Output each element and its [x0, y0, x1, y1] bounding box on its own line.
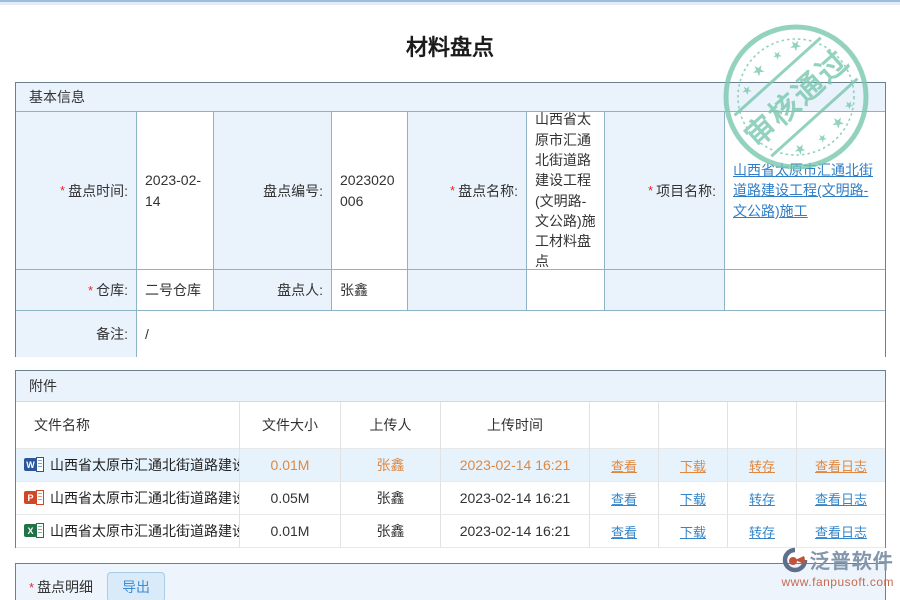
inventory-no-label: 盘点编号:: [214, 112, 332, 270]
file-name-text: 山西省太原市汇通北街道路建设: [50, 521, 240, 541]
project-name-value: 山西省太原市汇通北街道路建设工程(文明路-文公路)施工: [725, 112, 885, 270]
empty-label-cell: [605, 270, 725, 311]
transfer-link[interactable]: 转存: [749, 456, 775, 475]
attachment-upload-time: 2023-02-14 16:21: [441, 482, 590, 515]
project-name-link[interactable]: 山西省太原市汇通北街道路建设工程(文明路-文公路)施工: [733, 160, 877, 221]
warehouse-value: 二号仓库: [137, 270, 214, 311]
inventory-detail-section: * 盘点明细 导出: [15, 563, 886, 600]
required-mark: *: [450, 183, 455, 198]
download-link[interactable]: 下载: [680, 489, 706, 508]
remark-label: 备注:: [16, 311, 137, 357]
page-top-strip: [0, 0, 900, 5]
col-header-file-size: 文件大小: [240, 402, 341, 449]
attachment-upload-time: 2023-02-14 16:21: [441, 449, 590, 482]
inventory-person-label: 盘点人:: [214, 270, 332, 311]
inventory-no-value: 2023020006: [332, 112, 408, 270]
required-mark: *: [29, 580, 34, 595]
inventory-detail-title: 盘点明细: [37, 577, 93, 597]
empty-value-cell: [527, 270, 605, 311]
transfer-link[interactable]: 转存: [749, 522, 775, 541]
fanpu-logo-icon: [782, 547, 808, 573]
view-log-link[interactable]: 查看日志: [815, 456, 867, 475]
page-title: 材料盘点: [0, 30, 900, 62]
basic-info-section-title: 基本信息: [16, 83, 885, 112]
attachments-section: 附件 文件名称 文件大小 上传人 上传时间 W 山西省太原市汇通北街道路建设 0…: [15, 370, 886, 548]
attachment-file-size: 0.01M: [240, 449, 341, 482]
transfer-link[interactable]: 转存: [749, 489, 775, 508]
col-header-action: [728, 402, 797, 449]
attachment-file-name[interactable]: P 山西省太原市汇通北街道路建设: [16, 482, 240, 515]
basic-info-section: 基本信息 * 盘点时间: 2023-02-14 盘点编号: 2023020006…: [15, 82, 886, 357]
view-log-link[interactable]: 查看日志: [815, 522, 867, 541]
warehouse-label: * 仓库:: [16, 270, 137, 311]
view-link[interactable]: 查看: [611, 456, 637, 475]
export-button[interactable]: 导出: [107, 572, 165, 600]
view-link[interactable]: 查看: [611, 489, 637, 508]
powerpoint-file-icon: P: [24, 490, 44, 506]
col-header-action: [659, 402, 728, 449]
inventory-time-value: 2023-02-14: [137, 112, 214, 270]
vendor-watermark: 泛普软件 www.fanpusoft.com: [781, 545, 894, 589]
download-link[interactable]: 下载: [680, 456, 706, 475]
vendor-url: www.fanpusoft.com: [781, 575, 894, 589]
required-mark: *: [60, 183, 65, 198]
download-link[interactable]: 下载: [680, 522, 706, 541]
view-log-link[interactable]: 查看日志: [815, 489, 867, 508]
col-header-action: [590, 402, 659, 449]
file-name-text: 山西省太原市汇通北街道路建设: [50, 455, 240, 475]
attachment-uploader: 张鑫: [341, 482, 441, 515]
attachments-table: 文件名称 文件大小 上传人 上传时间 W 山西省太原市汇通北街道路建设 0.01…: [16, 402, 885, 548]
attachment-uploader: 张鑫: [341, 449, 441, 482]
required-mark: *: [88, 283, 93, 298]
col-header-uploader: 上传人: [341, 402, 441, 449]
attachment-file-size: 0.01M: [240, 515, 341, 548]
word-file-icon: W: [24, 457, 44, 473]
required-mark: *: [648, 183, 653, 198]
empty-value-cell: [725, 270, 885, 311]
col-header-upload-time: 上传时间: [441, 402, 590, 449]
view-link[interactable]: 查看: [611, 522, 637, 541]
attachment-file-size: 0.05M: [240, 482, 341, 515]
remark-value: /: [137, 311, 885, 357]
empty-label-cell: [408, 270, 527, 311]
svg-text:★: ★: [748, 60, 769, 82]
attachment-file-name[interactable]: X 山西省太原市汇通北街道路建设: [16, 515, 240, 548]
file-name-text: 山西省太原市汇通北街道路建设: [50, 488, 240, 508]
col-header-file-name: 文件名称: [16, 402, 240, 449]
basic-info-grid: * 盘点时间: 2023-02-14 盘点编号: 2023020006 * 盘点…: [16, 112, 885, 357]
attachment-uploader: 张鑫: [341, 515, 441, 548]
vendor-name: 泛普软件: [810, 545, 894, 574]
col-header-action: [797, 402, 885, 449]
inventory-time-label: * 盘点时间:: [16, 112, 137, 270]
inventory-name-label: * 盘点名称:: [408, 112, 527, 270]
inventory-name-value: 山西省太原市汇通北街道路建设工程(文明路-文公路)施工材料盘点: [527, 112, 605, 270]
excel-file-icon: X: [24, 523, 44, 539]
project-name-label: * 项目名称:: [605, 112, 725, 270]
attachment-file-name[interactable]: W 山西省太原市汇通北街道路建设: [16, 449, 240, 482]
attachment-upload-time: 2023-02-14 16:21: [441, 515, 590, 548]
inventory-person-value: 张鑫: [332, 270, 408, 311]
attachments-section-title: 附件: [16, 371, 885, 402]
